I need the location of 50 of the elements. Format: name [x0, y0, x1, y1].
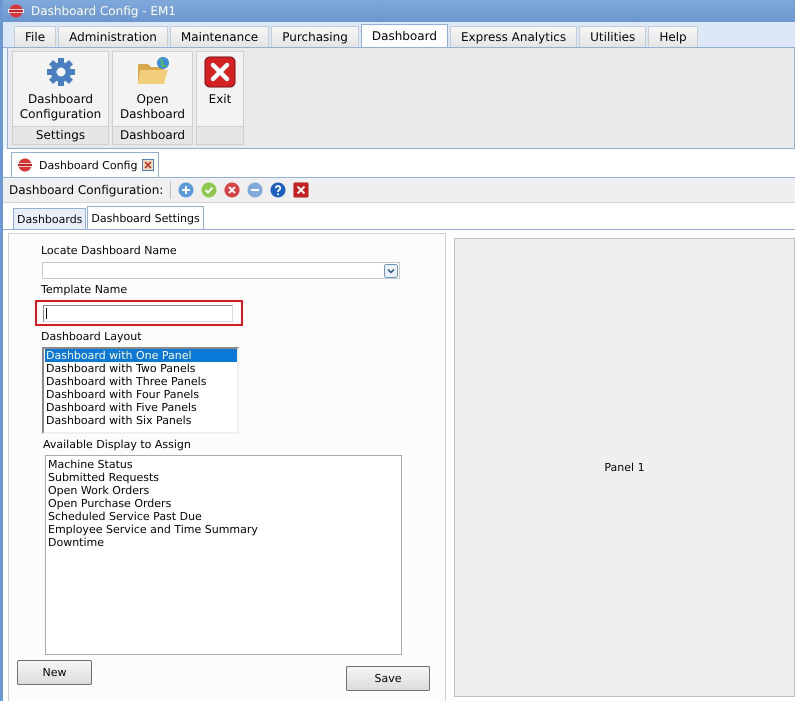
dropdown-icon[interactable] — [384, 264, 398, 278]
tab-label: Dashboard Config — [39, 158, 138, 172]
logo-icon — [16, 158, 34, 172]
new-button[interactable]: New — [17, 660, 92, 685]
group-label: Settings — [13, 126, 108, 144]
list-item[interactable]: Downtime — [48, 536, 401, 549]
list-item[interactable]: Dashboard with Five Panels — [45, 401, 237, 414]
close-icon — [204, 56, 236, 88]
field-label: Dashboard Layout — [41, 330, 143, 345]
list-item[interactable]: Employee Service and Time Summary — [48, 523, 401, 536]
check-icon[interactable] — [201, 182, 218, 198]
list-item[interactable]: Scheduled Service Past Due — [48, 510, 401, 523]
cancel-icon[interactable] — [224, 182, 240, 198]
minus-icon[interactable] — [247, 182, 264, 198]
gear-icon — [44, 56, 76, 88]
list-item[interactable]: Machine Status — [48, 458, 401, 471]
list-item[interactable]: Dashboard with Four Panels — [45, 388, 237, 401]
close-icon[interactable] — [293, 182, 310, 198]
menu-tab[interactable]: File — [14, 26, 56, 47]
menu-tab[interactable]: Dashboard — [360, 24, 448, 47]
menu-tab[interactable]: Help — [648, 26, 698, 47]
help-icon[interactable] — [270, 182, 286, 198]
field-label: Locate Dashboard Name — [41, 244, 178, 259]
list-item[interactable]: Dashboard with Two Panels — [45, 362, 237, 375]
tab[interactable]: Dashboards — [13, 208, 86, 229]
menu-tab[interactable]: Express Analytics — [450, 26, 578, 47]
list-item[interactable]: Open Work Orders — [48, 484, 401, 497]
list-item[interactable]: Submitted Requests — [48, 471, 401, 484]
list-item[interactable]: Dashboard with One Panel — [45, 349, 237, 362]
logo-icon — [7, 4, 25, 18]
panel-label: Panel 1 — [604, 461, 645, 474]
list-item[interactable]: Dashboard with Six Panels — [45, 414, 237, 427]
list-item[interactable]: Open Purchase Orders — [48, 497, 401, 510]
save-button[interactable]: Save — [346, 666, 430, 691]
toolbar-label: Dashboard Configuration: — [9, 183, 164, 197]
field-label: Available Display to Assign — [43, 438, 192, 452]
template-name-field[interactable] — [43, 304, 233, 322]
tab[interactable]: Dashboard Settings — [87, 206, 204, 229]
menu-tab[interactable]: Purchasing — [271, 26, 359, 47]
close-icon[interactable] — [142, 159, 154, 171]
group-label: Dashboard — [113, 126, 192, 144]
document-tab[interactable]: Dashboard Config — [11, 152, 160, 177]
window-title: Dashboard Config - EM1 — [31, 4, 176, 18]
menu-tab[interactable]: Administration — [58, 26, 168, 47]
dropdown-field[interactable] — [42, 262, 400, 279]
field-label: Template Name — [41, 283, 128, 298]
list-item[interactable]: Dashboard with Three Panels — [45, 375, 237, 388]
menu-tab[interactable]: Maintenance — [170, 26, 270, 47]
menu-tab[interactable]: Utilities — [579, 26, 646, 47]
add-icon[interactable] — [178, 182, 194, 198]
